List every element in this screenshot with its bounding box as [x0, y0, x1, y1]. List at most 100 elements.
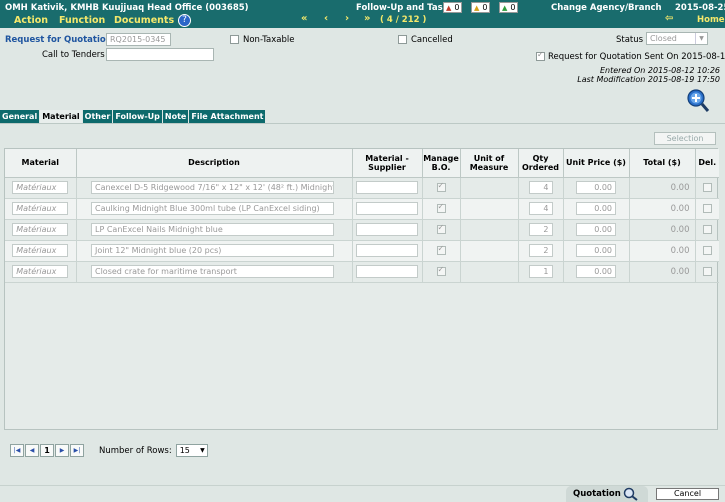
- call-to-tenders-label: Call to Tenders: [42, 50, 105, 60]
- tab-file-attachment[interactable]: File Attachment: [189, 110, 266, 123]
- nav-prev-icon[interactable]: ‹: [324, 13, 328, 24]
- unit-price-input[interactable]: 0.00: [576, 202, 616, 215]
- delete-checkbox[interactable]: [702, 224, 712, 234]
- unit-price-input[interactable]: 0.00: [576, 265, 616, 278]
- back-arrow-icon[interactable]: ⇦: [665, 13, 673, 24]
- table-row: Matériaux LP CanExcel Nails Midnight blu…: [5, 219, 719, 241]
- col-unit-price: Unit Price ($): [563, 149, 630, 178]
- col-total: Total ($): [629, 149, 696, 178]
- unit-of-measure-cell: [460, 198, 519, 220]
- qty-input[interactable]: 4: [528, 181, 553, 194]
- selection-button[interactable]: Selection: [654, 132, 716, 145]
- manage-bo-checkbox[interactable]: [436, 223, 446, 234]
- col-material-supplier: Material - Supplier: [352, 149, 423, 178]
- material-supplier-input[interactable]: [356, 202, 418, 215]
- material-code-input[interactable]: Matériaux: [12, 202, 69, 215]
- qty-input[interactable]: 1: [528, 265, 553, 278]
- change-agency-link[interactable]: Change Agency/Branch: [551, 3, 662, 13]
- qty-input[interactable]: 2: [528, 244, 553, 257]
- unit-of-measure-cell: [460, 177, 519, 199]
- nav-last-icon[interactable]: »: [364, 13, 370, 24]
- description-input[interactable]: Joint 12" Midnight blue (20 pcs): [91, 244, 334, 257]
- agency-title: OMH Kativik, KMHB Kuujjuaq Head Office (…: [5, 3, 249, 13]
- total-value: 0.00: [629, 177, 696, 199]
- description-input[interactable]: Closed crate for maritime transport: [91, 265, 334, 278]
- last-modification-text: Last Modification 2015-08-19 17:50: [577, 75, 720, 84]
- rfq-label: Request for Quotation: [5, 35, 112, 45]
- prev-page-icon[interactable]: ◀: [25, 444, 39, 457]
- material-supplier-input[interactable]: [356, 181, 418, 194]
- description-input[interactable]: Canexcel D-5 Ridgewood 7/16" x 12" x 12'…: [91, 181, 334, 194]
- tab-general[interactable]: General: [0, 110, 40, 123]
- cancel-button[interactable]: Cancel: [656, 488, 719, 500]
- material-code-input[interactable]: Matériaux: [12, 244, 69, 257]
- nav-next-icon[interactable]: ›: [345, 13, 349, 24]
- menu-action[interactable]: Action: [14, 15, 48, 26]
- unit-of-measure-cell: [460, 261, 519, 283]
- delete-checkbox[interactable]: [702, 182, 712, 192]
- manage-bo-checkbox[interactable]: [436, 265, 446, 276]
- call-to-tenders-field[interactable]: [106, 48, 214, 61]
- manage-bo-checkbox[interactable]: [436, 202, 446, 213]
- manage-bo-checkbox[interactable]: [436, 244, 446, 255]
- delete-checkbox[interactable]: [702, 203, 712, 213]
- non-taxable-label: Non-Taxable: [243, 35, 295, 45]
- non-taxable-checkbox[interactable]: [230, 35, 239, 44]
- material-supplier-input[interactable]: [356, 265, 418, 278]
- table-row: Matériaux Joint 12" Midnight blue (20 pc…: [5, 240, 719, 262]
- col-qty-ordered: Qty Ordered: [518, 149, 564, 178]
- rfq-number-field[interactable]: RQ2015-0345: [106, 33, 171, 46]
- manage-bo-checkbox[interactable]: [436, 181, 446, 192]
- grid-pager: |◀ ◀ 1 ▶ ▶| Number of Rows: 15: [10, 444, 208, 457]
- status-dropdown-icon[interactable]: ▼: [695, 33, 707, 44]
- unit-price-input[interactable]: 0.00: [576, 181, 616, 194]
- total-value: 0.00: [629, 198, 696, 220]
- rows-per-page-select[interactable]: 15: [175, 444, 208, 457]
- col-material: Material: [5, 149, 77, 178]
- unit-of-measure-cell: [460, 219, 519, 241]
- material-supplier-input[interactable]: [356, 244, 418, 257]
- followup-count-red[interactable]: ▲ 0: [443, 2, 463, 13]
- material-supplier-input[interactable]: [356, 223, 418, 236]
- unit-price-input[interactable]: 0.00: [576, 223, 616, 236]
- search-icon: [623, 487, 638, 501]
- unit-price-input[interactable]: 0.00: [576, 244, 616, 257]
- material-code-input[interactable]: Matériaux: [12, 223, 69, 236]
- delete-checkbox[interactable]: [702, 245, 712, 255]
- followup-count-yellow[interactable]: ▲ 0: [471, 2, 491, 13]
- description-input[interactable]: LP CanExcel Nails Midnight blue: [91, 223, 334, 236]
- tab-follow-up[interactable]: Follow-Up: [113, 110, 162, 123]
- rfq-sent-label: Request for Quotation Sent On 2015-08-12: [548, 52, 725, 62]
- menu-function[interactable]: Function: [59, 15, 105, 26]
- qty-input[interactable]: 4: [528, 202, 553, 215]
- first-page-icon[interactable]: |◀: [10, 444, 24, 457]
- rfq-sent-checkbox[interactable]: [536, 50, 545, 61]
- current-page[interactable]: 1: [40, 444, 54, 457]
- last-page-icon[interactable]: ▶|: [70, 444, 84, 457]
- table-row: Matériaux Closed crate for maritime tran…: [5, 261, 719, 283]
- next-page-icon[interactable]: ▶: [55, 444, 69, 457]
- help-icon[interactable]: ?: [178, 14, 191, 27]
- home-link[interactable]: Home: [697, 15, 725, 25]
- total-value: 0.00: [629, 219, 696, 241]
- followup-count-green[interactable]: ▲ 0: [499, 2, 519, 13]
- description-input[interactable]: Caulking Midnight Blue 300ml tube (LP Ca…: [91, 202, 334, 215]
- cancelled-checkbox[interactable]: [398, 35, 407, 44]
- followup-label[interactable]: Follow-Up and Task: [356, 3, 448, 13]
- tab-material[interactable]: Material: [40, 110, 82, 123]
- cancelled-label: Cancelled: [411, 35, 453, 45]
- nav-first-icon[interactable]: «: [301, 13, 307, 24]
- quotation-tab[interactable]: Quotation: [566, 486, 648, 502]
- quotation-tab-label: Quotation: [573, 489, 621, 499]
- tab-other[interactable]: Other: [82, 110, 113, 123]
- tab-note[interactable]: Note: [162, 110, 189, 123]
- table-row: Matériaux Canexcel D-5 Ridgewood 7/16" x…: [5, 177, 719, 199]
- menu-documents[interactable]: Documents: [114, 15, 174, 26]
- material-code-input[interactable]: Matériaux: [12, 181, 69, 194]
- qty-input[interactable]: 2: [528, 223, 553, 236]
- entered-on-text: Entered On 2015-08-12 10:26: [599, 66, 720, 75]
- zoom-icon[interactable]: [686, 88, 710, 114]
- material-code-input[interactable]: Matériaux: [12, 265, 69, 278]
- delete-checkbox[interactable]: [702, 266, 712, 276]
- top-header: OMH Kativik, KMHB Kuujjuaq Head Office (…: [0, 0, 725, 28]
